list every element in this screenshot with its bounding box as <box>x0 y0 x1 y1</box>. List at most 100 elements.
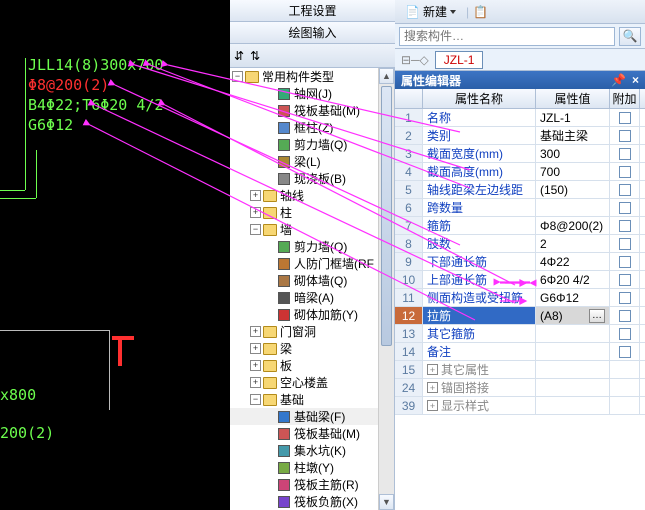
tab-drawing-input[interactable]: 绘图输入 <box>230 22 395 44</box>
tree-item[interactable]: 砌体墙(Q) <box>230 272 394 289</box>
expander-icon[interactable]: + <box>250 343 261 354</box>
checkbox[interactable] <box>619 148 631 160</box>
checkbox[interactable] <box>619 112 631 124</box>
property-row[interactable]: 8肢数2 <box>395 235 645 253</box>
checkbox[interactable] <box>619 328 631 340</box>
current-component-name[interactable]: JZL-1 <box>435 51 484 69</box>
property-grid[interactable]: 1名称JZL-12类别基础主梁3截面宽度(mm)3004截面高度(mm)7005… <box>395 109 645 510</box>
close-icon[interactable]: × <box>632 73 639 87</box>
tree-item[interactable]: +柱 <box>230 204 394 221</box>
pier-icon <box>277 461 291 475</box>
expand-icon[interactable]: + <box>427 400 438 411</box>
col-header-value[interactable]: 属性值 <box>536 89 610 108</box>
property-row[interactable]: 9下部通长筋4Φ22 <box>395 253 645 271</box>
copy-icon[interactable]: 📋 <box>473 5 488 19</box>
expander-icon[interactable]: + <box>250 360 261 371</box>
tree-item[interactable]: 集水坑(K) <box>230 442 394 459</box>
tree-item[interactable]: 筏板基础(M) <box>230 102 394 119</box>
tree-item[interactable]: −基础 <box>230 391 394 408</box>
property-row[interactable]: 1名称JZL-1 <box>395 109 645 127</box>
collapse-icon[interactable]: − <box>232 71 243 82</box>
checkbox[interactable] <box>619 184 631 196</box>
ellipsis-button[interactable]: … <box>589 309 605 323</box>
checkbox[interactable] <box>619 220 631 232</box>
tree-item[interactable]: 筏板主筋(R) <box>230 476 394 493</box>
scroll-thumb[interactable] <box>381 86 392 346</box>
expand-all-icon[interactable]: ⇵ <box>234 49 244 63</box>
expander-icon[interactable]: + <box>250 207 261 218</box>
tree-item[interactable]: +门窗洞 <box>230 323 394 340</box>
col-header-name[interactable]: 属性名称 <box>423 89 536 108</box>
checkbox[interactable] <box>619 166 631 178</box>
row-index: 24 <box>395 379 423 396</box>
property-row[interactable]: 14备注 <box>395 343 645 361</box>
tree-item[interactable]: +板 <box>230 357 394 374</box>
property-row[interactable]: 2类别基础主梁 <box>395 127 645 145</box>
tree-root-label: 常用构件类型 <box>262 68 334 85</box>
property-row[interactable]: 39+显示样式 <box>395 397 645 415</box>
scroll-up-icon[interactable]: ▲ <box>379 68 394 84</box>
tree-root[interactable]: − 常用构件类型 <box>230 68 394 85</box>
expander-icon[interactable]: − <box>250 394 261 405</box>
scroll-down-icon[interactable]: ▼ <box>379 494 394 510</box>
checkbox[interactable] <box>619 202 631 214</box>
tree-item-label: 砌体加筋(Y) <box>294 306 358 323</box>
property-row[interactable]: 3截面宽度(mm)300 <box>395 145 645 163</box>
property-row[interactable]: 12拉筋(A8)… <box>395 307 645 325</box>
tree-item[interactable]: 筏板基础(M) <box>230 425 394 442</box>
tree-item[interactable]: 基础梁(F) <box>230 408 394 425</box>
tree-item[interactable]: 梁(L) <box>230 153 394 170</box>
checkbox[interactable] <box>619 346 631 358</box>
tree-item[interactable]: 筏板负筋(X) <box>230 493 394 510</box>
checkbox[interactable] <box>619 130 631 142</box>
cad-line <box>0 198 36 199</box>
component-tree[interactable]: − 常用构件类型 轴网(J)筏板基础(M)框柱(Z)剪力墙(Q)梁(L)现浇板(… <box>230 68 395 510</box>
property-row[interactable]: 11侧面构造或受扭筋G6Φ12 <box>395 289 645 307</box>
property-row[interactable]: 13其它箍筋 <box>395 325 645 343</box>
tree-item-label: 筏板主筋(R) <box>294 476 359 493</box>
checkbox[interactable] <box>619 292 631 304</box>
tree-item[interactable]: +空心楼盖 <box>230 374 394 391</box>
property-row[interactable]: 15+其它属性 <box>395 361 645 379</box>
search-button[interactable]: 🔍 <box>619 27 641 46</box>
expander-icon[interactable]: − <box>250 224 261 235</box>
tree-item[interactable]: 人防门框墙(RF <box>230 255 394 272</box>
expander-icon[interactable]: + <box>250 377 261 388</box>
property-row[interactable]: 7箍筋Φ8@200(2) <box>395 217 645 235</box>
property-row[interactable]: 6跨数量 <box>395 199 645 217</box>
tree-item[interactable]: 剪力墙(Q) <box>230 238 394 255</box>
expander-icon[interactable]: + <box>250 326 261 337</box>
tree-item[interactable]: 现浇板(B) <box>230 170 394 187</box>
search-input[interactable] <box>399 27 615 46</box>
tree-item[interactable]: −墙 <box>230 221 394 238</box>
checkbox[interactable] <box>619 238 631 250</box>
tree-item[interactable]: 框柱(Z) <box>230 119 394 136</box>
property-row[interactable]: 10上部通长筋6Φ20 4/2 <box>395 271 645 289</box>
col-header-add[interactable]: 附加 <box>610 89 640 108</box>
collapse-all-icon[interactable]: ⇅ <box>250 49 260 63</box>
tab-project-settings[interactable]: 工程设置 <box>230 0 395 22</box>
tree-item-label: 梁(L) <box>294 153 321 170</box>
property-row[interactable]: 5轴线距梁左边线距(150) <box>395 181 645 199</box>
tree-item[interactable]: +轴线 <box>230 187 394 204</box>
checkbox[interactable] <box>619 256 631 268</box>
tree-item[interactable]: 砌体加筋(Y) <box>230 306 394 323</box>
tree-item[interactable]: 暗梁(A) <box>230 289 394 306</box>
expander-icon[interactable]: + <box>250 190 261 201</box>
pin-icon[interactable]: 📌 <box>611 73 626 87</box>
new-button[interactable]: 📄 新建 <box>399 2 462 22</box>
expand-icon[interactable]: + <box>427 364 438 375</box>
tree-scrollbar[interactable]: ▲ ▼ <box>378 68 394 510</box>
property-row[interactable]: 4截面高度(mm)700 <box>395 163 645 181</box>
checkbox[interactable] <box>619 310 631 322</box>
tree-item[interactable]: 轴网(J) <box>230 85 394 102</box>
tree-item[interactable]: 柱墩(Y) <box>230 459 394 476</box>
property-row[interactable]: 24+锚固搭接 <box>395 379 645 397</box>
cad-label-jll: JLL14(8)300x700 <box>28 56 163 74</box>
checkbox[interactable] <box>619 274 631 286</box>
tree-item[interactable]: +梁 <box>230 340 394 357</box>
tree-item[interactable]: 剪力墙(Q) <box>230 136 394 153</box>
cad-drawing-area[interactable]: JLL14(8)300x700 Φ8@200(2) B4Φ22;T6Φ20 4/… <box>0 0 230 510</box>
tree-item-label: 梁 <box>280 340 292 357</box>
expand-icon[interactable]: + <box>427 382 438 393</box>
